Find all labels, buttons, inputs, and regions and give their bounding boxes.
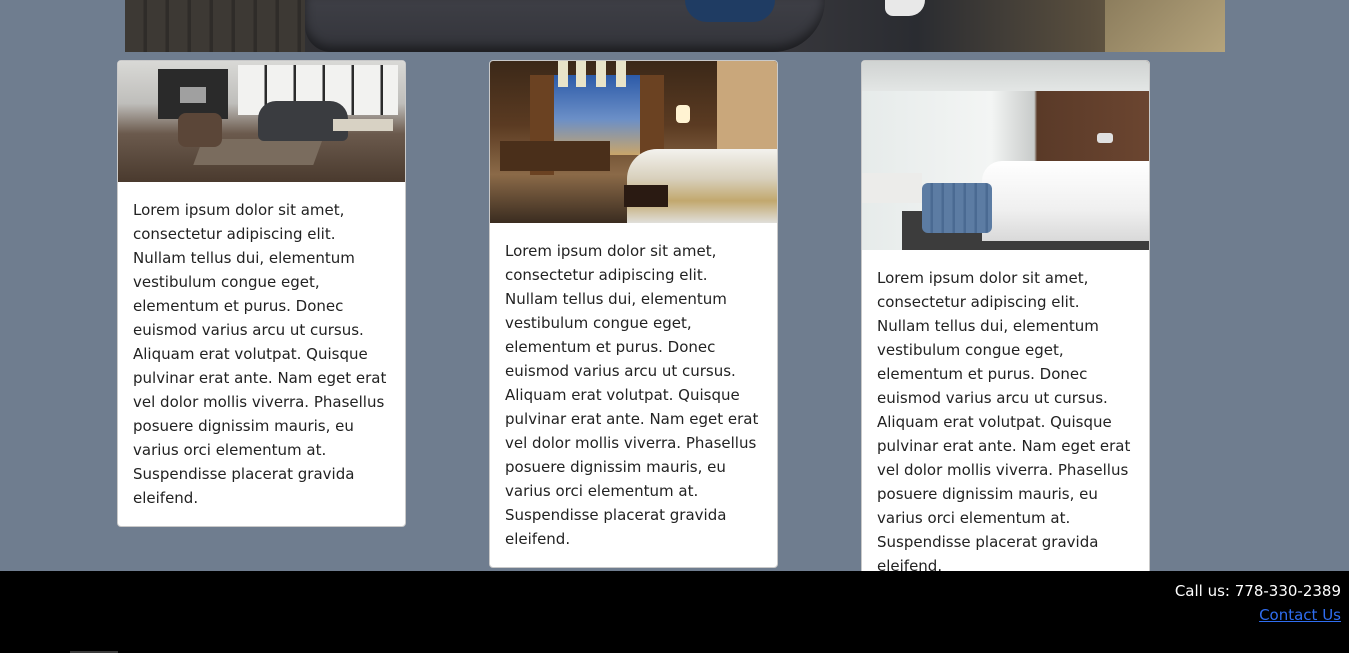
image-bed: [982, 161, 1149, 241]
image-lamp: [1097, 133, 1113, 143]
hero-pillow-blue: [685, 0, 775, 22]
hero-pillow-white: [885, 0, 925, 16]
call-us-text: Call us: 778-330-2389: [1174, 582, 1341, 600]
room-card-image: [118, 61, 405, 182]
image-fire: [180, 87, 206, 103]
image-lamp: [676, 105, 690, 123]
image-tower: [576, 61, 586, 87]
room-card-text: Lorem ipsum dolor sit amet, consectetur …: [877, 269, 1131, 575]
image-ceiling: [862, 61, 1149, 91]
hero-rug: [1105, 0, 1225, 52]
page: Lorem ipsum dolor sit amet, consectetur …: [0, 0, 1349, 653]
room-card-2: Lorem ipsum dolor sit amet, consectetur …: [489, 60, 778, 568]
room-card-text: Lorem ipsum dolor sit amet, consectetur …: [133, 201, 387, 507]
image-table: [333, 119, 393, 131]
image-tray: [624, 185, 668, 207]
room-card-image: [490, 61, 777, 223]
image-tower: [616, 61, 626, 87]
image-suitcase: [922, 183, 992, 233]
room-card-3: Lorem ipsum dolor sit amet, consectetur …: [861, 60, 1150, 595]
room-card-image: [862, 61, 1149, 250]
image-tower: [558, 61, 568, 87]
image-tower: [596, 61, 606, 87]
contact-us-link[interactable]: Contact Us: [1259, 606, 1341, 624]
image-headboard: [717, 61, 777, 151]
image-chair: [178, 113, 222, 147]
footer: Call us: 778-330-2389 Contact Us: [0, 571, 1349, 653]
image-bench: [862, 173, 922, 203]
hero-floor: [125, 0, 305, 52]
hero-banner-image: [125, 0, 1225, 52]
room-card-1: Lorem ipsum dolor sit amet, consectetur …: [117, 60, 406, 527]
image-desk: [500, 141, 610, 171]
room-card-text: Lorem ipsum dolor sit amet, consectetur …: [505, 242, 759, 548]
